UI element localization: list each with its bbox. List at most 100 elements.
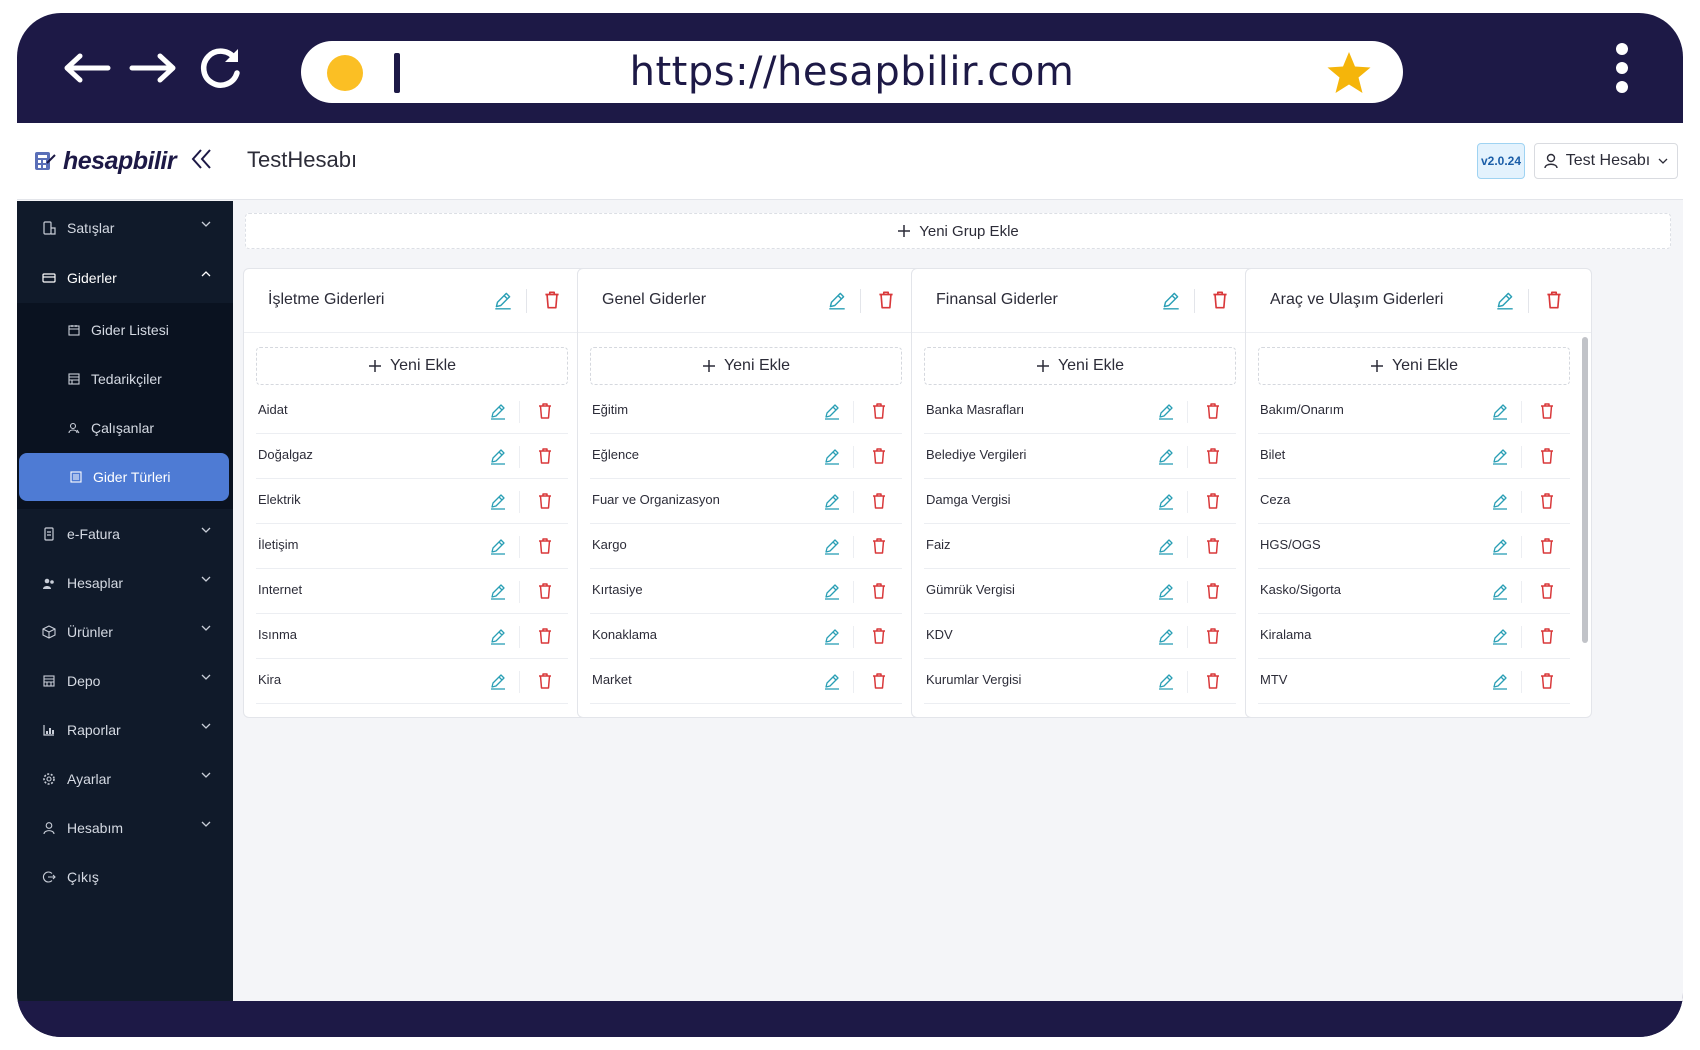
trash-icon[interactable] [1537, 626, 1557, 646]
edit-icon[interactable] [1156, 626, 1176, 646]
edit-icon[interactable] [822, 581, 842, 601]
delete-group-icon[interactable] [1543, 289, 1565, 311]
sidebar-item-giderler[interactable]: Giderler [17, 253, 233, 303]
edit-icon[interactable] [488, 401, 508, 421]
sidebar-subitem-gider-listesi[interactable]: Gider Listesi [17, 307, 233, 353]
sidebar-item-urunler[interactable]: Ürünler [17, 607, 233, 657]
edit-icon[interactable] [822, 446, 842, 466]
edit-icon[interactable] [1156, 536, 1176, 556]
edit-group-icon[interactable] [826, 289, 848, 311]
scrollbar-thumb[interactable] [1582, 337, 1588, 643]
trash-icon[interactable] [1203, 626, 1223, 646]
trash-icon[interactable] [535, 401, 555, 421]
edit-icon[interactable] [488, 536, 508, 556]
trash-icon[interactable] [1537, 446, 1557, 466]
scrollbar[interactable] [1581, 333, 1589, 717]
edit-icon[interactable] [822, 491, 842, 511]
edit-icon[interactable] [1490, 401, 1510, 421]
forward-button[interactable] [121, 41, 185, 95]
trash-icon[interactable] [869, 626, 889, 646]
delete-group-icon[interactable] [875, 289, 897, 311]
sidebar-item-ayarlar[interactable]: Ayarlar [17, 754, 233, 804]
delete-group-icon[interactable] [1209, 289, 1231, 311]
edit-icon[interactable] [1490, 626, 1510, 646]
edit-icon[interactable] [1156, 581, 1176, 601]
divider [1187, 581, 1188, 603]
sidebar-subitem-calisanlar[interactable]: Çalışanlar [17, 405, 233, 451]
trash-icon[interactable] [1203, 491, 1223, 511]
browser-menu-button[interactable] [1607, 43, 1637, 93]
giderler-submenu: Gider Listesi Tedarikçiler Çalışanlar Gi… [17, 303, 233, 509]
trash-icon[interactable] [535, 626, 555, 646]
edit-icon[interactable] [822, 626, 842, 646]
trash-icon[interactable] [1537, 401, 1557, 421]
trash-icon[interactable] [1537, 581, 1557, 601]
sidebar-item-depo[interactable]: Depo [17, 656, 233, 706]
delete-group-icon[interactable] [541, 289, 563, 311]
edit-icon[interactable] [822, 671, 842, 691]
trash-icon[interactable] [535, 581, 555, 601]
trash-icon[interactable] [869, 446, 889, 466]
user-menu-button[interactable]: Test Hesabı [1534, 143, 1678, 179]
edit-icon[interactable] [488, 491, 508, 511]
trash-icon[interactable] [535, 536, 555, 556]
expense-type-label: Kiralama [1260, 627, 1312, 642]
trash-icon[interactable] [1203, 446, 1223, 466]
trash-icon[interactable] [1203, 536, 1223, 556]
trash-icon[interactable] [869, 536, 889, 556]
edit-icon[interactable] [1490, 446, 1510, 466]
edit-icon[interactable] [1490, 671, 1510, 691]
reload-button[interactable] [189, 41, 253, 95]
divider [1528, 289, 1529, 313]
trash-icon[interactable] [869, 581, 889, 601]
edit-group-icon[interactable] [492, 289, 514, 311]
sidebar-item-e-fatura[interactable]: e-Fatura [17, 509, 233, 559]
edit-icon[interactable] [488, 626, 508, 646]
divider [1521, 626, 1522, 648]
star-icon[interactable] [1325, 49, 1373, 97]
edit-icon[interactable] [822, 536, 842, 556]
add-item-button[interactable]: Yeni Ekle [1258, 347, 1570, 385]
trash-icon[interactable] [535, 446, 555, 466]
sidebar-item-raporlar[interactable]: Raporlar [17, 705, 233, 755]
sidebar-subitem-tedarikciler[interactable]: Tedarikçiler [17, 356, 233, 402]
logo[interactable]: hesapbilir [33, 143, 177, 179]
edit-icon[interactable] [822, 401, 842, 421]
trash-icon[interactable] [1537, 491, 1557, 511]
collapse-sidebar-button[interactable] [191, 147, 213, 176]
edit-icon[interactable] [1156, 671, 1176, 691]
address-bar[interactable]: https://hesapbilir.com [301, 41, 1403, 103]
add-group-button[interactable]: Yeni Grup Ekle [245, 213, 1671, 249]
trash-icon[interactable] [869, 491, 889, 511]
add-item-button[interactable]: Yeni Ekle [256, 347, 568, 385]
edit-icon[interactable] [1490, 491, 1510, 511]
edit-icon[interactable] [1156, 446, 1176, 466]
trash-icon[interactable] [535, 491, 555, 511]
edit-icon[interactable] [1490, 581, 1510, 601]
sidebar-item-satislar[interactable]: Satışlar [17, 203, 233, 253]
edit-group-icon[interactable] [1494, 289, 1516, 311]
divider [519, 626, 520, 648]
back-button[interactable] [55, 41, 119, 95]
trash-icon[interactable] [1537, 671, 1557, 691]
sidebar-item-cikis[interactable]: Çıkış [17, 852, 233, 902]
sidebar-subitem-gider-turleri[interactable]: Gider Türleri [19, 453, 229, 501]
edit-icon[interactable] [488, 581, 508, 601]
edit-icon[interactable] [488, 671, 508, 691]
trash-icon[interactable] [535, 671, 555, 691]
trash-icon[interactable] [869, 671, 889, 691]
trash-icon[interactable] [1537, 536, 1557, 556]
edit-icon[interactable] [1156, 491, 1176, 511]
trash-icon[interactable] [869, 401, 889, 421]
sidebar-item-hesabim[interactable]: Hesabım [17, 803, 233, 853]
edit-icon[interactable] [1490, 536, 1510, 556]
edit-group-icon[interactable] [1160, 289, 1182, 311]
trash-icon[interactable] [1203, 671, 1223, 691]
add-item-button[interactable]: Yeni Ekle [924, 347, 1236, 385]
edit-icon[interactable] [1156, 401, 1176, 421]
add-item-button[interactable]: Yeni Ekle [590, 347, 902, 385]
trash-icon[interactable] [1203, 581, 1223, 601]
sidebar-item-hesaplar[interactable]: Hesaplar [17, 558, 233, 608]
trash-icon[interactable] [1203, 401, 1223, 421]
edit-icon[interactable] [488, 446, 508, 466]
